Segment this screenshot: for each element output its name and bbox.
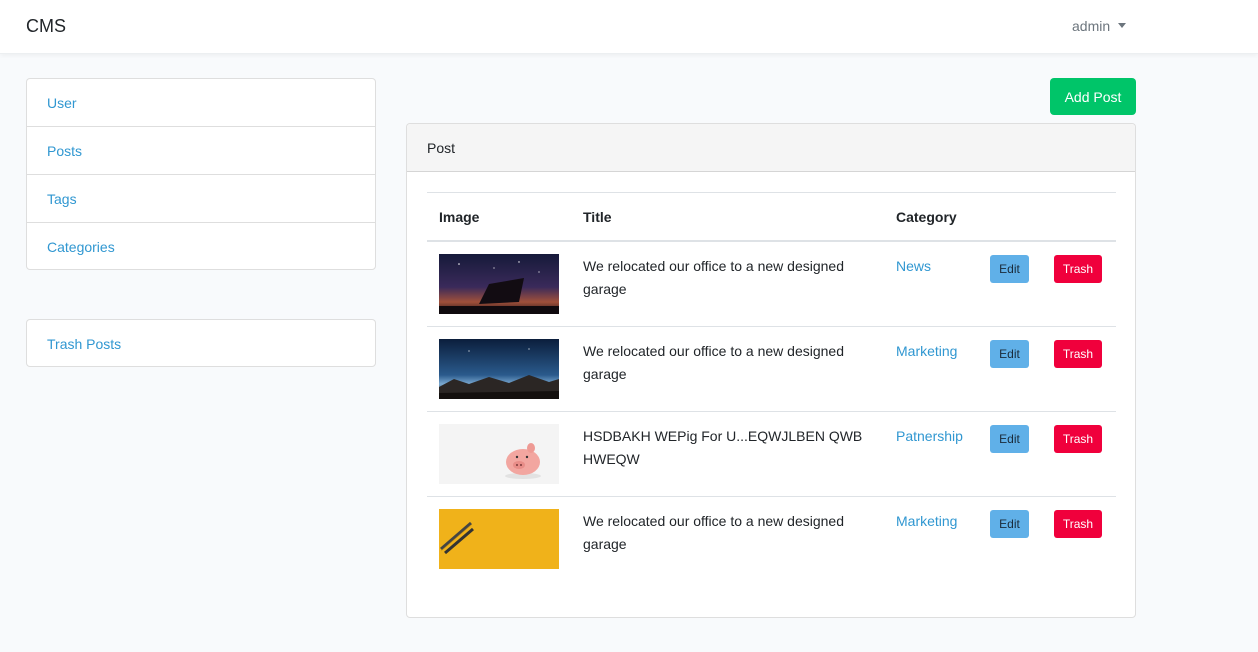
table-row: We relocated our office to a new designe…	[427, 497, 1116, 582]
add-post-button[interactable]: Add Post	[1050, 78, 1136, 115]
post-thumbnail[interactable]	[439, 509, 559, 569]
post-category-link[interactable]: Marketing	[896, 510, 957, 533]
column-header-title: Title	[583, 209, 612, 225]
post-title: We relocated our office to a new designe…	[583, 513, 844, 552]
trash-button[interactable]: Trash	[1054, 425, 1102, 453]
card-title: Post	[407, 124, 1135, 172]
post-thumbnail[interactable]	[439, 254, 559, 314]
post-category-link[interactable]: Patnership	[896, 425, 963, 448]
trash-button[interactable]: Trash	[1054, 340, 1102, 368]
sidebar-item-trash-posts[interactable]: Trash Posts	[27, 320, 375, 366]
table-row: We relocated our office to a new designe…	[427, 327, 1116, 412]
post-category-link[interactable]: Marketing	[896, 340, 957, 363]
trash-button[interactable]: Trash	[1054, 510, 1102, 538]
sidebar-item-user[interactable]: User	[27, 79, 375, 127]
table-row: HSDBAKH WEPig For U...EQWJLBEN QWB HWEQW…	[427, 412, 1116, 497]
table-header: Image Title Category	[427, 192, 1116, 242]
user-dropdown[interactable]: admin	[1072, 18, 1127, 34]
table-row: We relocated our office to a new designe…	[427, 242, 1116, 327]
sidebar-item-categories[interactable]: Categories	[27, 223, 375, 269]
sidebar-nav: User Posts Tags Categories	[26, 78, 376, 270]
column-header-category: Category	[896, 209, 957, 225]
sidebar-item-posts[interactable]: Posts	[27, 127, 375, 175]
trash-button[interactable]: Trash	[1054, 255, 1102, 283]
post-thumbnail[interactable]	[439, 424, 559, 484]
edit-button[interactable]: Edit	[990, 255, 1029, 283]
edit-button[interactable]: Edit	[990, 425, 1029, 453]
post-title: We relocated our office to a new designe…	[583, 343, 844, 382]
brand-logo[interactable]: CMS	[26, 16, 66, 37]
edit-button[interactable]: Edit	[990, 510, 1029, 538]
posts-card: Post Image Title Category We relocated o…	[406, 123, 1136, 618]
top-navbar: CMS admin	[0, 0, 1258, 54]
caret-down-icon	[1118, 23, 1127, 28]
post-category-link[interactable]: News	[896, 255, 931, 278]
post-title: We relocated our office to a new designe…	[583, 258, 844, 297]
posts-table: Image Title Category We relocated our of…	[427, 192, 1116, 582]
user-name: admin	[1072, 18, 1111, 34]
edit-button[interactable]: Edit	[990, 340, 1029, 368]
post-thumbnail[interactable]	[439, 339, 559, 399]
post-title: HSDBAKH WEPig For U...EQWJLBEN QWB HWEQW	[583, 428, 863, 467]
sidebar-secondary-nav: Trash Posts	[26, 319, 376, 367]
sidebar-item-tags[interactable]: Tags	[27, 175, 375, 223]
column-header-image: Image	[439, 209, 480, 225]
